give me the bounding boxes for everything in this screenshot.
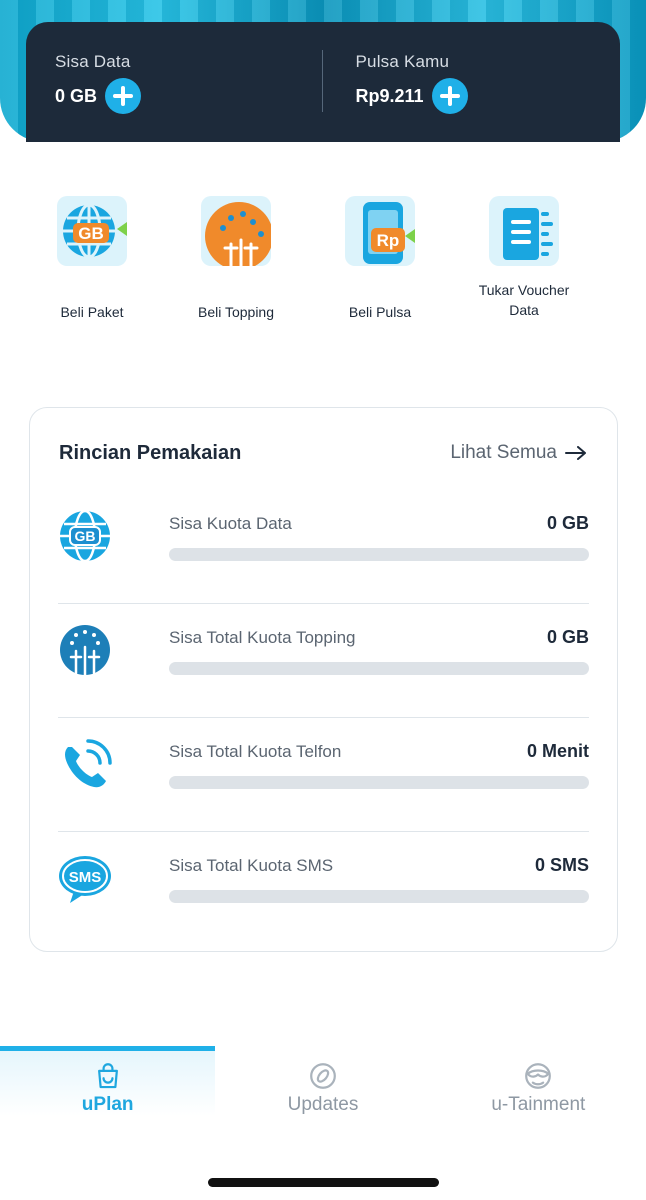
quick-menu-label: Beli Topping [197,304,275,320]
svg-text:Rp: Rp [377,231,400,250]
shopping-bag-icon [97,1063,118,1089]
entertainment-icon [525,1063,552,1089]
phone-rp-icon: Rp [345,196,415,266]
compass-icon [310,1063,336,1089]
quick-menu-label: Beli Pulsa [348,304,412,320]
balance-card: Sisa Data 0 GB Pulsa Kamu Rp9.211 [26,22,620,142]
usage-row-topping[interactable]: Sisa Total Kuota Topping 0 GB [58,604,589,718]
usage-row-data[interactable]: GB Sisa Kuota Data 0 GB [58,490,589,604]
credit-balance: Pulsa Kamu Rp9.211 [320,22,621,142]
quick-menu-beli-topping[interactable]: Beli Topping [164,196,308,322]
usage-progress-bar [169,662,589,675]
usage-row-label: Sisa Total Kuota SMS [169,856,334,875]
add-credit-button[interactable] [431,78,468,114]
nav-label: u-Tainment [491,1094,586,1115]
usage-row-value: 0 GB [546,627,589,647]
quick-menu-beli-pulsa[interactable]: Rp Beli Pulsa [308,196,452,322]
topping-icon [60,625,110,677]
usage-row-value: 0 Menit [526,741,589,761]
nav-tab-uplan[interactable]: uPlan [0,1046,216,1116]
topping-icon [201,196,271,266]
phone-call-icon [65,739,112,788]
usage-details-card: Rincian Pemakaian Lihat Semua GB Sisa Ku… [29,407,618,952]
nav-label: uPlan [81,1094,134,1115]
sms-bubble-icon: SMS [59,856,111,903]
quick-menu-label: Tukar Voucher Data [478,282,570,318]
usage-progress-bar [169,548,589,561]
svg-text:GB: GB [75,528,96,544]
nav-tab-updates[interactable]: Updates [215,1046,430,1116]
usage-row-label: Sisa Total Kuota Telfon [169,742,342,761]
usage-row-value: 0 SMS [534,855,589,875]
usage-row-label: Sisa Total Kuota Topping [169,628,356,647]
usage-row-label: Sisa Kuota Data [169,514,292,533]
data-balance-value: 0 GB [55,85,98,106]
usage-row-sms[interactable]: SMS Sisa Total Kuota SMS 0 SMS [58,832,589,946]
home-indicator [208,1178,439,1187]
bottom-navigation: uPlan Updates u-Tainment [0,1046,646,1116]
globe-gb-icon: GB [57,196,127,266]
quick-menu-tukar-voucher[interactable]: Tukar Voucher Data [452,196,596,322]
data-balance: Sisa Data 0 GB [26,22,320,142]
quick-menu: GB Beli Paket Beli Topping Rp Beli Pulsa… [20,196,626,322]
globe-gb-icon: GB [60,509,110,563]
add-data-button[interactable] [105,78,142,114]
nav-label: Updates [287,1094,359,1115]
credit-balance-label: Pulsa Kamu [355,52,450,71]
credit-balance-value: Rp9.211 [355,85,424,106]
see-all-link[interactable]: Lihat Semua [450,442,587,464]
quick-menu-label: Beli Paket [60,304,124,320]
arrow-right-icon [565,446,586,460]
see-all-label: Lihat Semua [450,442,557,463]
nav-tab-u-tainment[interactable]: u-Tainment [431,1046,646,1116]
usage-progress-bar [169,890,589,903]
usage-row-telfon[interactable]: Sisa Total Kuota Telfon 0 Menit [58,718,589,832]
data-balance-label: Sisa Data [55,52,131,71]
usage-title: Rincian Pemakaian [59,441,242,464]
voucher-icon [489,196,559,266]
svg-text:GB: GB [78,224,104,243]
quick-menu-beli-paket[interactable]: GB Beli Paket [20,196,164,322]
usage-progress-bar [169,776,589,789]
svg-text:SMS: SMS [69,869,102,886]
usage-row-value: 0 GB [546,513,589,533]
